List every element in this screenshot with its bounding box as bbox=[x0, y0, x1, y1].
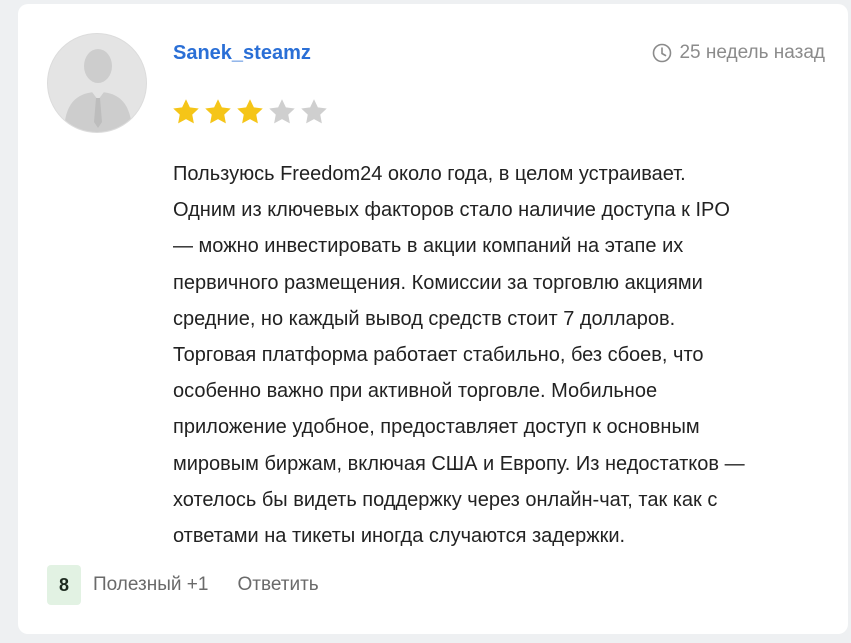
author-name-link[interactable]: Sanek_steamz bbox=[173, 42, 311, 65]
helpful-button[interactable]: Полезный +1 bbox=[93, 574, 208, 596]
review-text-line: хотелось бы видеть поддержку через онлай… bbox=[173, 488, 718, 511]
clock-icon bbox=[653, 43, 672, 63]
review-footer: 8 Полезный +1 Ответить bbox=[47, 565, 319, 605]
star-filled-icon bbox=[173, 99, 199, 124]
review-text-line: ответами на тикеты иногда случаются заде… bbox=[173, 525, 626, 548]
user-silhouette-icon bbox=[64, 49, 132, 132]
star-filled-icon bbox=[205, 99, 231, 124]
review-text-line: — можно инвестировать в акции компаний н… bbox=[173, 235, 684, 258]
user-avatar[interactable] bbox=[47, 33, 147, 133]
star-empty-icon bbox=[301, 99, 327, 124]
timestamp-text: 25 недель назад bbox=[679, 42, 825, 63]
helpful-votes-badge: 8 bbox=[47, 565, 81, 605]
review-card: Sanek_steamz 25 недель назад Пользуюсь F… bbox=[18, 4, 848, 634]
review-text: Пользуюсь Freedom24 около года, в целом … bbox=[173, 156, 833, 554]
review-timestamp: 25 недель назад bbox=[652, 42, 825, 64]
review-text-line: Пользуюсь Freedom24 около года, в целом … bbox=[173, 163, 686, 185]
review-text-line: Одним из ключевых факторов стало наличие… bbox=[173, 199, 730, 222]
review-text-line: особенно важно при активной торговле. Мо… bbox=[173, 380, 658, 403]
review-text-line: мировым биржам, включая США и Европу. Из… bbox=[173, 452, 745, 475]
rating-stars bbox=[171, 97, 329, 127]
review-text-line: первичного размещения. Комиссии за торго… bbox=[173, 271, 703, 294]
review-text-line: Торговая платформа работает стабильно, б… bbox=[173, 344, 704, 367]
reply-button[interactable]: Ответить bbox=[237, 574, 318, 596]
star-empty-icon bbox=[269, 99, 295, 124]
review-text-line: приложение удобное, предоставляет доступ… bbox=[173, 416, 700, 439]
review-text-line: средние, но каждый вывод средств стоит 7… bbox=[173, 307, 676, 330]
star-filled-icon bbox=[237, 99, 263, 124]
